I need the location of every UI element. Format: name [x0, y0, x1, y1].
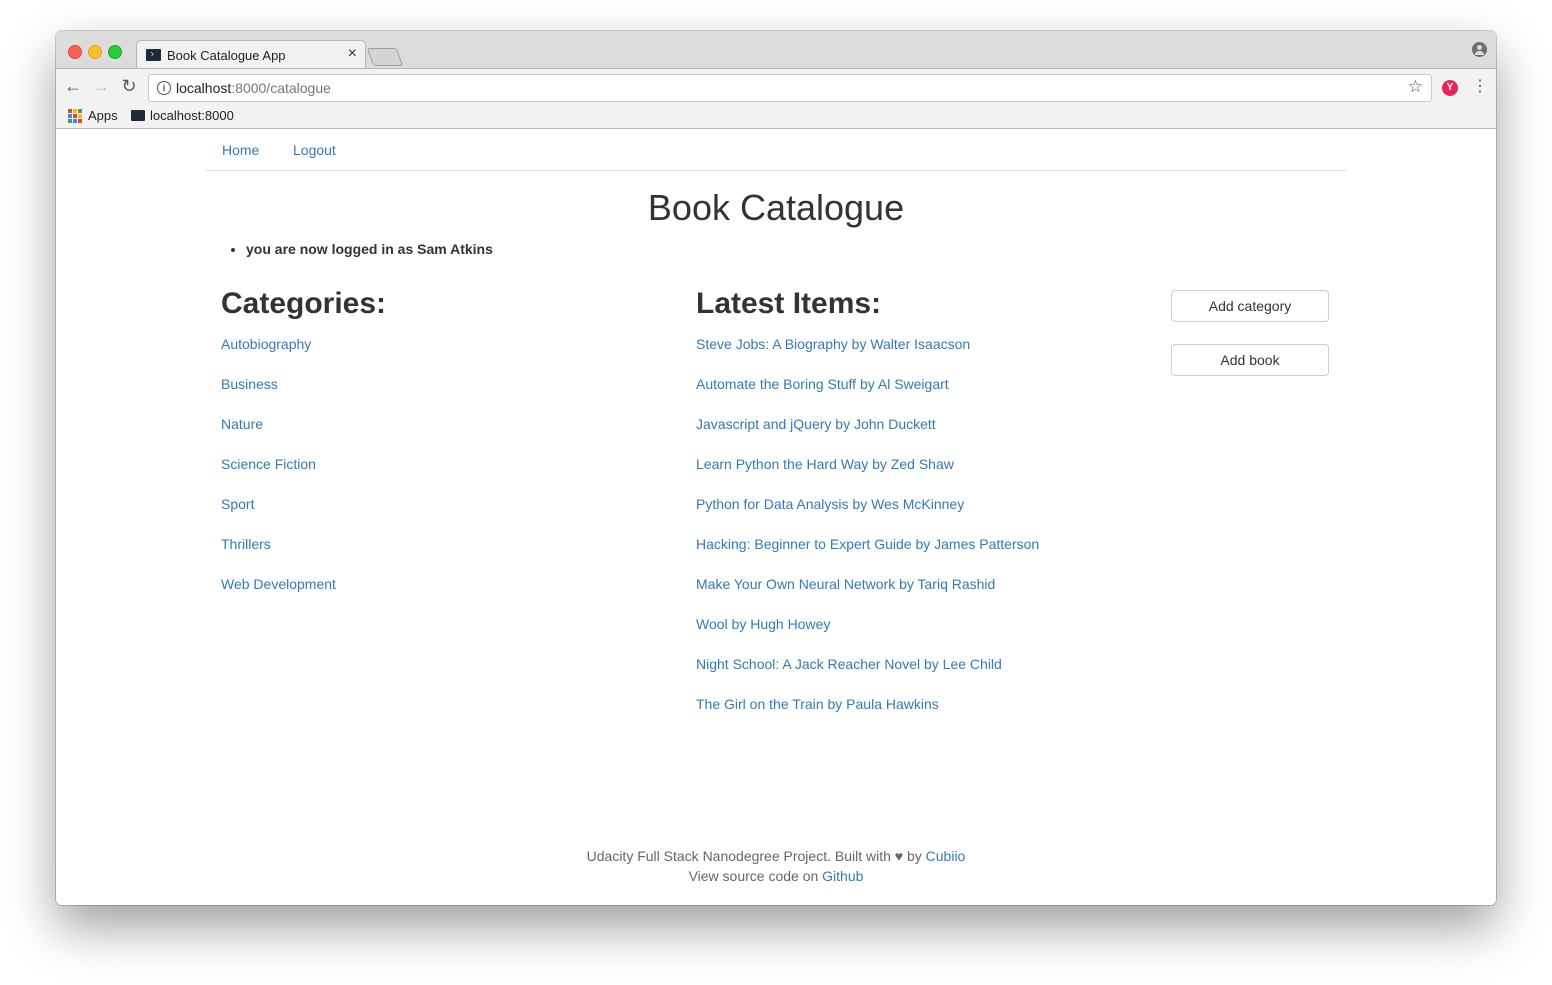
close-window-button[interactable] [68, 45, 82, 59]
page-footer: Udacity Full Stack Nanodegree Project. B… [56, 846, 1496, 886]
author-link[interactable]: Cubiio [926, 848, 966, 864]
url-path: :8000/catalogue [231, 80, 331, 96]
add-category-button[interactable]: Add category [1171, 290, 1329, 322]
footer-credit-text: Udacity Full Stack Nanodegree Project. B… [586, 848, 926, 864]
category-list: Autobiography Business Nature Science Fi… [221, 336, 336, 616]
tab-title: Book Catalogue App [167, 48, 286, 63]
close-tab-icon[interactable]: × [348, 45, 357, 63]
list-item: Python for Data Analysis by Wes McKinney [696, 496, 1039, 536]
category-link[interactable]: Web Development [221, 576, 336, 592]
browser-window: Book Catalogue App × ← → ↻ i localhost:8… [56, 31, 1496, 905]
add-book-button[interactable]: Add book [1171, 344, 1329, 376]
list-item: Autobiography [221, 336, 336, 376]
book-link[interactable]: Night School: A Jack Reacher Novel by Le… [696, 656, 1002, 672]
flash-message: you are now logged in as Sam Atkins [246, 241, 493, 257]
category-link[interactable]: Nature [221, 416, 263, 432]
url-host: localhost [176, 80, 232, 96]
book-link[interactable]: The Girl on the Train by Paula Hawkins [696, 696, 939, 712]
category-link[interactable]: Autobiography [221, 336, 311, 352]
categories-heading: Categories: [221, 287, 387, 320]
list-item: Steve Jobs: A Biography by Walter Isaacs… [696, 336, 1039, 376]
bookmark-localhost[interactable]: localhost:8000 [150, 108, 234, 123]
list-item: Science Fiction [221, 456, 336, 496]
forward-arrow-icon[interactable]: → [90, 75, 112, 97]
list-item: Night School: A Jack Reacher Novel by Le… [696, 656, 1039, 696]
nav-home-link[interactable]: Home [222, 142, 259, 158]
book-link[interactable]: Wool by Hugh Howey [696, 616, 830, 632]
footer-source: View source code on Github [56, 866, 1496, 886]
tab-strip: Book Catalogue App × [56, 31, 1496, 70]
book-link[interactable]: Learn Python the Hard Way by Zed Shaw [696, 456, 954, 472]
reload-icon[interactable]: ↻ [118, 75, 140, 97]
github-link[interactable]: Github [822, 868, 863, 884]
terminal-icon [146, 49, 161, 61]
bookmark-apps[interactable]: Apps [88, 108, 118, 123]
book-link[interactable]: Make Your Own Neural Network by Tariq Ra… [696, 576, 995, 592]
site-navbar: Home Logout [206, 129, 1346, 171]
page-title: Book Catalogue [647, 187, 905, 228]
info-icon[interactable]: i [157, 81, 171, 95]
new-tab-button[interactable] [366, 48, 404, 66]
list-item: Nature [221, 416, 336, 456]
list-item: Automate the Boring Stuff by Al Sweigart [696, 376, 1039, 416]
bookmarks-bar: Apps localhost:8000 [56, 104, 1496, 129]
footer-credit: Udacity Full Stack Nanodegree Project. B… [56, 846, 1496, 866]
apps-grid-icon[interactable] [68, 109, 82, 123]
list-item: Thrillers [221, 536, 336, 576]
flash-messages: you are now logged in as Sam Atkins [228, 241, 493, 257]
back-arrow-icon[interactable]: ← [62, 75, 84, 97]
maximize-window-button[interactable] [108, 45, 122, 59]
list-item: The Girl on the Train by Paula Hawkins [696, 696, 1039, 736]
list-item: Javascript and jQuery by John Duckett [696, 416, 1039, 456]
kebab-menu-icon[interactable]: ⋮ [1472, 77, 1488, 97]
footer-source-text: View source code on [688, 868, 823, 884]
book-link[interactable]: Python for Data Analysis by Wes McKinney [696, 496, 964, 512]
bookmark-star-icon[interactable]: ☆ [1408, 77, 1423, 97]
list-item: Business [221, 376, 336, 416]
list-item: Sport [221, 496, 336, 536]
page-content: Home Logout Book Catalogue you are now l… [56, 129, 1496, 905]
extension-icon[interactable]: Y [1442, 80, 1458, 96]
latest-items-heading: Latest Items: [696, 287, 882, 320]
latest-items-list: Steve Jobs: A Biography by Walter Isaacs… [696, 336, 1039, 736]
category-link[interactable]: Thrillers [221, 536, 271, 552]
nav-logout-link[interactable]: Logout [293, 142, 336, 158]
browser-toolbar: ← → ↻ i localhost:8000/catalogue ☆ Y ⋮ [56, 68, 1496, 105]
list-item: Wool by Hugh Howey [696, 616, 1039, 656]
category-link[interactable]: Sport [221, 496, 254, 512]
category-link[interactable]: Business [221, 376, 278, 392]
list-item: Web Development [221, 576, 336, 616]
profile-icon[interactable] [1472, 42, 1487, 57]
url-text[interactable]: localhost:8000/catalogue [176, 80, 331, 96]
book-link[interactable]: Automate the Boring Stuff by Al Sweigart [696, 376, 949, 392]
address-bar[interactable]: i localhost:8000/catalogue ☆ [148, 74, 1432, 102]
book-link[interactable]: Javascript and jQuery by John Duckett [696, 416, 936, 432]
list-item: Make Your Own Neural Network by Tariq Ra… [696, 576, 1039, 616]
book-link[interactable]: Hacking: Beginner to Expert Guide by Jam… [696, 536, 1039, 552]
browser-tab[interactable]: Book Catalogue App × [136, 40, 366, 70]
list-item: Hacking: Beginner to Expert Guide by Jam… [696, 536, 1039, 576]
book-link[interactable]: Steve Jobs: A Biography by Walter Isaacs… [696, 336, 970, 352]
terminal-icon [131, 110, 145, 121]
list-item: Learn Python the Hard Way by Zed Shaw [696, 456, 1039, 496]
minimize-window-button[interactable] [88, 45, 102, 59]
category-link[interactable]: Science Fiction [221, 456, 316, 472]
